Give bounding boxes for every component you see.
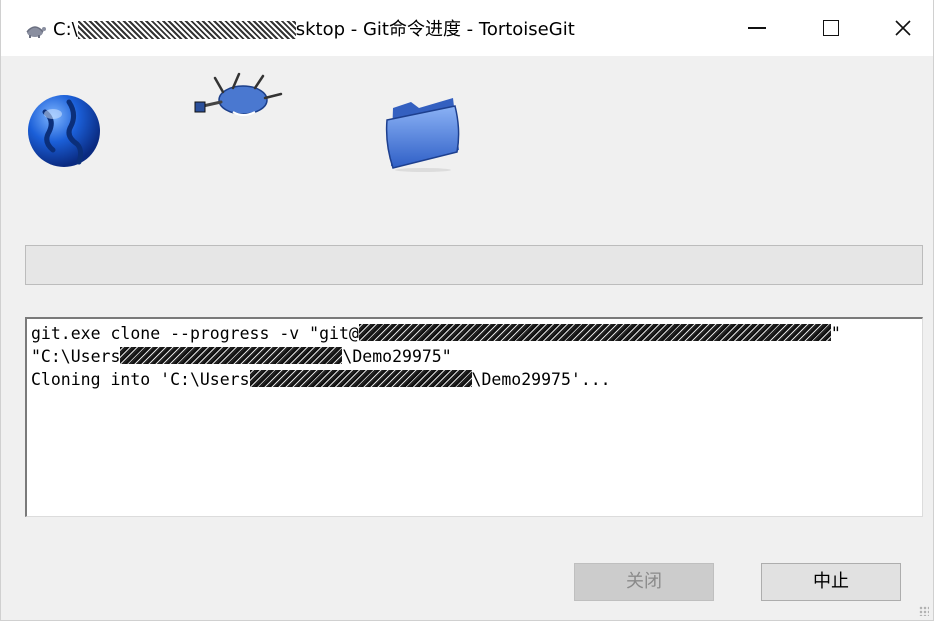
- window-title-prefix: C:\: [53, 19, 78, 40]
- close-window-button[interactable]: [869, 0, 934, 56]
- log-line-2-prefix: "C:\Users: [31, 347, 121, 366]
- window-title-suffix: sktop - Git命令进度 - TortoiseGit: [295, 19, 575, 40]
- log-line-2-suffix: \Demo29975": [342, 347, 452, 366]
- log-line-3-suffix: \Demo29975'...: [471, 370, 611, 389]
- redacted-repo-url: [358, 324, 831, 341]
- minimize-icon: [748, 27, 766, 29]
- log-line: git.exe clone --progress -v "git@ ": [31, 322, 922, 345]
- redacted-user-path: [249, 370, 472, 387]
- maximize-icon: [823, 20, 839, 36]
- close-icon: [895, 20, 911, 36]
- minimize-button[interactable]: [723, 0, 791, 56]
- abort-button[interactable]: 中止: [761, 563, 901, 601]
- close-button[interactable]: 关闭: [574, 563, 714, 601]
- redacted-user-path: [120, 347, 343, 364]
- title-bar[interactable]: C:\ sktop - Git命令进度 - TortoiseGit: [1, 0, 933, 56]
- git-progress-window: C:\ sktop - Git命令进度 - TortoiseGit git.ex…: [0, 0, 934, 621]
- redacted-path: [77, 21, 296, 39]
- progress-bar: [25, 245, 923, 285]
- tortoise-icon: [194, 72, 283, 116]
- log-line-1-prefix: git.exe clone --progress -v "git@: [31, 324, 359, 343]
- resize-grip-icon[interactable]: [919, 606, 929, 616]
- log-line-1-suffix: ": [830, 324, 841, 343]
- maximize-button[interactable]: [797, 0, 865, 56]
- log-line: "C:\Users \Demo29975": [31, 345, 922, 368]
- window-title: C:\ sktop - Git命令进度 - TortoiseGit: [53, 16, 575, 44]
- command-output-log[interactable]: git.exe clone --progress -v "git@ " "C:\Us…: [25, 317, 923, 517]
- log-line-3-prefix: Cloning into 'C:\Users: [31, 370, 250, 389]
- globe-icon: [28, 95, 100, 167]
- folder-icon: [385, 98, 460, 172]
- tortoisegit-app-icon: [26, 26, 46, 38]
- log-line: Cloning into 'C:\Users \Demo29975'...: [31, 368, 922, 391]
